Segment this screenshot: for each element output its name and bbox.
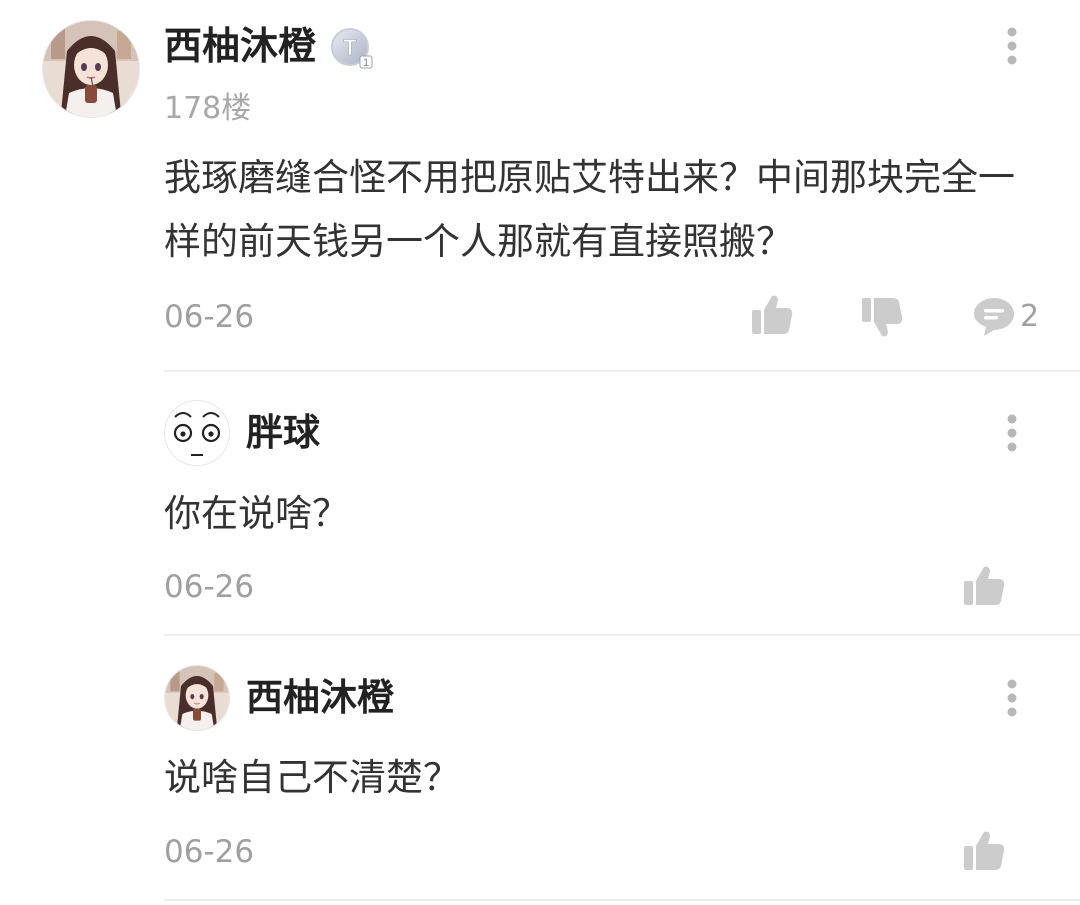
divider — [164, 899, 1080, 901]
reply-date: 06-26 — [164, 569, 255, 605]
more-icon[interactable] — [1000, 674, 1024, 722]
svg-text:T: T — [343, 35, 357, 60]
avatar[interactable] — [164, 400, 230, 466]
comment-text: 我琢磨缝合怪不用把原贴艾特出来？中间那块完全一样的前天钱另一个人那就有直接照搬？ — [164, 156, 1015, 263]
level-badge-icon: T 1 — [331, 28, 373, 69]
username[interactable]: 西柚沐橙 — [246, 675, 394, 721]
username[interactable]: 西柚沐橙 — [164, 22, 316, 70]
anime-girl-avatar — [43, 21, 139, 117]
divider — [164, 370, 1080, 372]
like-icon[interactable] — [750, 292, 794, 336]
avatar[interactable] — [42, 20, 140, 118]
comment-icon[interactable] — [972, 296, 1016, 338]
reply-text: 你在说啥？ — [164, 492, 349, 535]
anime-girl-avatar — [165, 666, 229, 730]
like-icon[interactable] — [962, 828, 1006, 872]
reply-text: 说啥自己不清楚？ — [164, 756, 460, 799]
comment-date: 06-26 — [164, 299, 255, 335]
floor-number: 178楼 — [164, 91, 252, 126]
reply-date: 06-26 — [164, 834, 255, 870]
like-icon[interactable] — [962, 563, 1006, 607]
dislike-icon[interactable] — [860, 296, 904, 340]
cartoon-face-avatar — [165, 401, 229, 465]
comment-thread: 西柚沐橙 T 1 178楼 我琢磨缝合怪不用把原贴艾特出来？中间那块完全一样的前… — [0, 0, 1080, 905]
avatar[interactable] — [164, 665, 230, 731]
more-icon[interactable] — [1000, 409, 1024, 457]
more-icon[interactable] — [1000, 22, 1024, 70]
reply-count: 2 — [1020, 299, 1040, 334]
divider — [164, 634, 1080, 636]
username[interactable]: 胖球 — [246, 410, 320, 456]
svg-text:1: 1 — [363, 57, 369, 69]
